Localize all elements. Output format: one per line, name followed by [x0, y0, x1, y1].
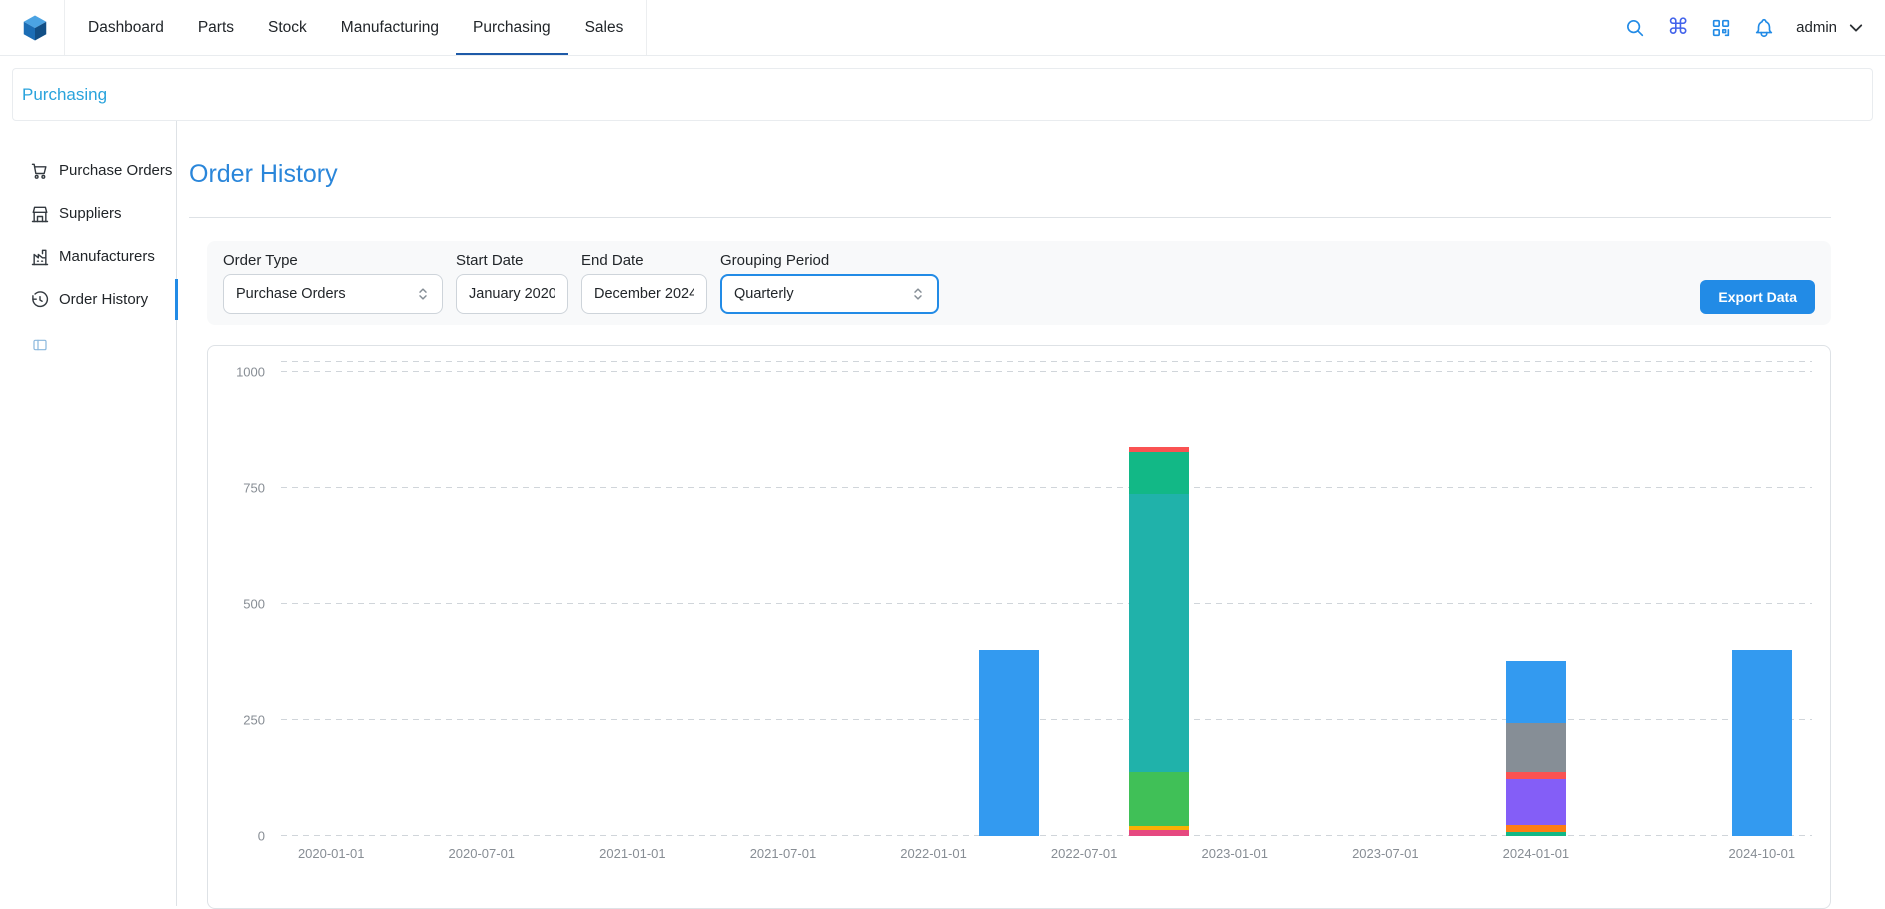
search-icon[interactable]	[1624, 17, 1646, 39]
gridline	[281, 361, 1812, 362]
bar-segment[interactable]	[1129, 452, 1189, 494]
chevron-down-icon	[1847, 19, 1865, 37]
x-tick-label: 2024-01-01	[1503, 846, 1570, 861]
shopping-cart-icon	[30, 161, 50, 181]
sidebar-item-suppliers[interactable]: Suppliers	[0, 192, 176, 235]
sidebar-item-label: Suppliers	[59, 205, 122, 222]
stacked-bar-2022-10-01[interactable]	[1129, 361, 1189, 836]
gridline	[281, 719, 1812, 720]
bar-segment[interactable]	[1506, 661, 1566, 724]
bar-segment[interactable]	[1506, 772, 1566, 779]
sidebar-item-label: Purchase Orders	[59, 162, 172, 179]
x-tick-label: 2020-01-01	[298, 846, 365, 861]
bar-segment[interactable]	[1506, 825, 1566, 832]
y-tick-label: 1000	[236, 365, 265, 380]
nav-tab-dashboard[interactable]: Dashboard	[71, 0, 181, 55]
x-tick-label: 2020-07-01	[449, 846, 516, 861]
gridline	[281, 835, 1812, 836]
chart-y-axis: 02505007501000	[208, 361, 273, 836]
bar-segment[interactable]	[1129, 772, 1189, 825]
x-tick-label: 2021-07-01	[750, 846, 817, 861]
filter-panel: Order Type Purchase Orders Start Date	[207, 241, 1831, 325]
x-tick-label: 2024-10-01	[1729, 846, 1796, 861]
x-tick-label: 2022-07-01	[1051, 846, 1118, 861]
username: admin	[1796, 19, 1837, 36]
bar-segment[interactable]	[1506, 779, 1566, 825]
app-logo-icon[interactable]	[20, 13, 50, 43]
nav-tab-manufacturing[interactable]: Manufacturing	[324, 0, 456, 55]
breadcrumb: Purchasing	[12, 68, 1873, 121]
x-tick-label: 2023-01-01	[1201, 846, 1268, 861]
y-tick-label: 0	[258, 829, 265, 844]
sidebar-item-label: Order History	[59, 291, 148, 308]
nav-tab-purchasing[interactable]: Purchasing	[456, 0, 568, 55]
y-tick-label: 750	[243, 481, 265, 496]
grouping-period-select[interactable]: Quarterly	[720, 274, 939, 314]
main-nav-tabs: Dashboard Parts Stock Manufacturing Purc…	[64, 0, 647, 55]
nav-tab-parts[interactable]: Parts	[181, 0, 251, 55]
bar-segment[interactable]	[1506, 832, 1566, 836]
gridline	[281, 371, 1812, 372]
page-title: Order History	[189, 157, 1831, 191]
stacked-bar-2022-04-01[interactable]	[979, 361, 1039, 836]
header-actions: ⌘ admin	[1624, 17, 1865, 39]
grouping-period-value: Quarterly	[734, 286, 794, 302]
y-tick-label: 500	[243, 597, 265, 612]
sidebar: Purchase Orders Suppliers	[0, 121, 177, 906]
bar-segment[interactable]	[1732, 650, 1792, 836]
order-history-chart: 0 250 500 750 1000 2020-01-01 2020-07-01 2021-…	[207, 345, 1831, 909]
grouping-period-group: Grouping Period Quarterly	[720, 252, 939, 314]
start-date-group: Start Date	[456, 252, 568, 314]
top-navigation-bar: Dashboard Parts Stock Manufacturing Purc…	[0, 0, 1885, 56]
start-date-label: Start Date	[456, 252, 568, 269]
nav-tab-stock[interactable]: Stock	[251, 0, 324, 55]
divider	[189, 217, 1831, 218]
command-icon[interactable]: ⌘	[1667, 17, 1689, 39]
sidebar-item-manufacturers[interactable]: Manufacturers	[0, 235, 176, 278]
order-type-label: Order Type	[223, 252, 443, 269]
order-type-select[interactable]: Purchase Orders	[223, 274, 443, 314]
app-root: Dashboard Parts Stock Manufacturing Purc…	[0, 0, 1885, 906]
main-panel: Order History Order Type Purchase Orders	[177, 121, 1885, 906]
bar-segment[interactable]	[979, 650, 1039, 836]
content-area: Purchase Orders Suppliers	[0, 121, 1885, 906]
x-tick-label: 2021-01-01	[599, 846, 666, 861]
gridline	[281, 487, 1812, 488]
gridline	[281, 603, 1812, 604]
building-store-icon	[30, 204, 50, 224]
chart-x-axis: 2020-01-01 2020-07-01 2021-01-01 2021-07-01…	[281, 846, 1812, 866]
chart-plot	[281, 361, 1812, 836]
stacked-bar-2024-10-01[interactable]	[1732, 361, 1792, 836]
user-menu[interactable]: admin	[1796, 19, 1865, 37]
sidebar-item-label: Manufacturers	[59, 248, 155, 265]
qr-code-icon[interactable]	[1710, 17, 1732, 39]
sidebar-item-purchase-orders[interactable]: Purchase Orders	[0, 149, 176, 192]
end-date-input[interactable]	[581, 274, 707, 314]
x-tick-label: 2022-01-01	[900, 846, 967, 861]
order-history-content: Order Type Purchase Orders Start Date	[207, 241, 1831, 909]
breadcrumb-purchasing-link[interactable]: Purchasing	[22, 85, 107, 105]
export-data-button[interactable]: Export Data	[1700, 280, 1815, 314]
x-tick-label: 2023-07-01	[1352, 846, 1419, 861]
start-date-input[interactable]	[456, 274, 568, 314]
order-type-value: Purchase Orders	[236, 286, 346, 302]
history-icon	[30, 290, 50, 310]
notification-bell-icon[interactable]	[1753, 17, 1775, 39]
bar-segment[interactable]	[1506, 723, 1566, 772]
chevron-updown-icon	[909, 285, 927, 303]
panel-left-icon[interactable]	[32, 337, 48, 353]
sidebar-item-order-history[interactable]: Order History	[0, 278, 176, 321]
bar-segment[interactable]	[1129, 494, 1189, 772]
order-type-group: Order Type Purchase Orders	[223, 252, 443, 314]
bar-segment[interactable]	[1129, 830, 1189, 836]
nav-tab-sales[interactable]: Sales	[568, 0, 641, 55]
end-date-label: End Date	[581, 252, 707, 269]
grouping-period-label: Grouping Period	[720, 252, 939, 269]
stacked-bar-2024-01-01[interactable]	[1506, 361, 1566, 836]
y-tick-label: 250	[243, 713, 265, 728]
chevron-updown-icon	[414, 285, 432, 303]
building-factory-icon	[30, 247, 50, 267]
end-date-group: End Date	[581, 252, 707, 314]
